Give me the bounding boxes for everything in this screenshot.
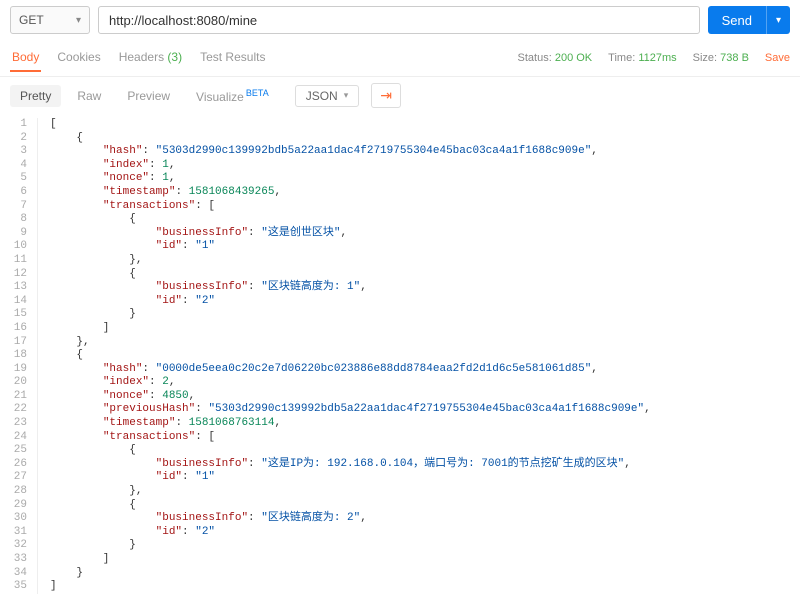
tab-headers[interactable]: Headers (3) <box>117 44 184 72</box>
format-value: JSON <box>306 89 338 103</box>
wrap-lines-button[interactable]: ⇥ <box>371 83 401 108</box>
send-dropdown-button[interactable]: ▾ <box>766 6 790 34</box>
status-value: 200 OK <box>555 52 592 64</box>
response-tabs-row: Body Cookies Headers (3) Test Results St… <box>0 40 800 77</box>
view-pretty[interactable]: Pretty <box>10 85 61 107</box>
json-code[interactable]: [ { "hash": "5303d2990c139992bdb5a22aa1d… <box>38 118 800 594</box>
response-status-row: Status: 200 OK Time: 1127ms Size: 738 B … <box>518 52 790 64</box>
tab-test-results[interactable]: Test Results <box>198 44 267 72</box>
format-select[interactable]: JSON ▾ <box>295 85 360 107</box>
response-tabs: Body Cookies Headers (3) Test Results <box>10 44 267 72</box>
size-label: Size: 738 B <box>693 52 749 64</box>
response-body: 1234567891011121314151617181920212223242… <box>0 114 800 598</box>
view-preview[interactable]: Preview <box>117 85 180 107</box>
chevron-down-icon: ▾ <box>344 90 349 101</box>
status-label: Status: 200 OK <box>518 52 593 64</box>
time-value: 1127ms <box>638 52 676 64</box>
tab-cookies[interactable]: Cookies <box>55 44 102 72</box>
request-bar: GET ▾ Send ▾ <box>0 0 800 40</box>
url-input[interactable] <box>98 6 700 34</box>
view-raw[interactable]: Raw <box>67 85 111 107</box>
chevron-down-icon: ▾ <box>76 15 81 26</box>
beta-badge: BETA <box>246 88 269 98</box>
view-visualize-label: Visualize <box>196 90 244 104</box>
tab-headers-count: (3) <box>167 50 182 64</box>
wrap-icon: ⇥ <box>380 87 392 103</box>
viewer-bar: Pretty Raw Preview VisualizeBETA JSON ▾ … <box>0 77 800 114</box>
line-gutter: 1234567891011121314151617181920212223242… <box>0 118 38 594</box>
view-visualize[interactable]: VisualizeBETA <box>186 84 279 108</box>
send-button-group: Send ▾ <box>708 6 790 34</box>
save-response-button[interactable]: Save <box>765 52 790 64</box>
size-value: 738 B <box>720 52 749 64</box>
send-button[interactable]: Send <box>708 6 766 34</box>
tab-headers-label: Headers <box>119 50 164 64</box>
time-label: Time: 1127ms <box>608 52 676 64</box>
tab-body[interactable]: Body <box>10 44 41 72</box>
http-method-select[interactable]: GET ▾ <box>10 6 90 34</box>
http-method-value: GET <box>19 13 44 27</box>
